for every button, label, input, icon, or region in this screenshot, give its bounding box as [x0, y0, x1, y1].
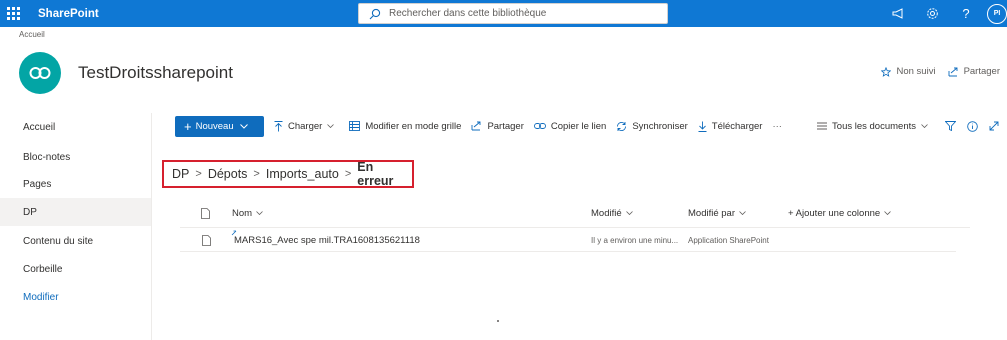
copy-link-label: Copier le lien	[550, 120, 607, 132]
add-column-button[interactable]: + Ajouter une colonne	[788, 198, 891, 228]
app-name[interactable]: SharePoint	[38, 8, 99, 20]
download-button[interactable]: Télécharger	[698, 120, 763, 132]
new-label: Nouveau	[195, 120, 234, 132]
nav-item-accueil[interactable]: Accueil	[0, 113, 151, 141]
table-row[interactable]: MARS16_Avec spe mil.TRA1608135621118 Il …	[180, 229, 956, 252]
filter-icon	[945, 121, 956, 131]
more-button[interactable]: ···	[772, 121, 782, 132]
download-label: Télécharger	[711, 120, 763, 132]
grid-edit-button[interactable]: Modifier en mode grille	[349, 121, 461, 132]
plus-icon: +	[184, 118, 192, 134]
link-icon	[29, 67, 51, 79]
grid-icon	[349, 121, 361, 131]
column-header-modified-by[interactable]: Modifié par	[688, 198, 746, 228]
nav-item-bloc-notes[interactable]: Bloc-notes	[0, 143, 151, 171]
share-button[interactable]: Partager	[471, 120, 524, 132]
upload-button[interactable]: Charger	[274, 121, 339, 132]
avatar: PI	[987, 3, 1007, 24]
chevron-down-icon	[239, 123, 248, 129]
chevron-down-icon	[327, 124, 335, 128]
chevron-down-icon	[256, 211, 263, 215]
folder-breadcrumb: DP > Dépots > Imports_auto > En erreur	[162, 160, 414, 188]
share-label: Partager	[487, 120, 524, 132]
breadcrumb-current: En erreur	[357, 160, 394, 188]
column-header-name[interactable]: Nom	[232, 198, 263, 228]
file-type-header-icon[interactable]	[201, 198, 210, 228]
link-icon	[533, 123, 546, 129]
expand-button[interactable]	[989, 121, 1004, 131]
new-item-icon	[231, 230, 237, 236]
sync-label: Synchroniser	[632, 120, 688, 132]
more-icon: ···	[772, 120, 782, 132]
column-modified-by-label: Modifié par	[688, 207, 735, 219]
command-bar: + Nouveau Charger Modifier en mode grill…	[153, 113, 1007, 139]
column-modified-label: Modifié	[591, 207, 622, 219]
chevron-down-icon	[625, 211, 633, 215]
upload-icon	[274, 120, 283, 131]
sync-button[interactable]: Synchroniser	[616, 120, 688, 132]
expand-icon	[989, 121, 999, 131]
megaphone-icon[interactable]	[881, 0, 915, 27]
star-icon	[881, 66, 892, 77]
info-button[interactable]	[967, 120, 983, 132]
suite-bar: SharePoint Rechercher dans cette bibliot…	[0, 0, 1007, 27]
decorative-dot	[497, 320, 499, 322]
nav-item-pages[interactable]: Pages	[0, 170, 151, 198]
search-icon	[369, 8, 381, 19]
view-selector[interactable]: Tous les documents	[817, 121, 933, 132]
breadcrumb-item-depots[interactable]: Dépots	[208, 167, 248, 181]
download-icon	[698, 121, 707, 132]
nav-item-contenu[interactable]: Contenu du site	[0, 227, 151, 255]
file-name-label: MARS16_Avec spe mil.TRA1608135621118	[234, 235, 420, 246]
nav-item-dp[interactable]: DP	[0, 198, 151, 226]
file-modified-by[interactable]: Application SharePoint	[688, 229, 769, 252]
breadcrumb-separator: >	[344, 168, 352, 180]
nav-item-modifier[interactable]: Modifier	[0, 283, 151, 311]
search-box[interactable]: Rechercher dans cette bibliothèque	[358, 3, 668, 24]
filter-button[interactable]	[945, 121, 961, 131]
view-label: Tous les documents	[832, 120, 916, 132]
share-icon	[948, 67, 958, 76]
file-name[interactable]: MARS16_Avec spe mil.TRA1608135621118	[231, 229, 420, 252]
gear-icon[interactable]	[915, 0, 949, 27]
site-breadcrumb[interactable]: Accueil	[19, 30, 45, 39]
left-navigation: Accueil Bloc-notes Pages DP Contenu du s…	[0, 113, 152, 340]
add-column-label: + Ajouter une colonne	[788, 207, 881, 219]
list-header: Nom Modifié Modifié par + Ajouter une co…	[180, 198, 970, 228]
follow-label: Non suivi	[896, 66, 936, 77]
info-icon	[967, 120, 978, 132]
file-icon	[202, 229, 211, 252]
chevron-down-icon	[739, 211, 746, 215]
new-button[interactable]: + Nouveau	[175, 115, 264, 137]
follow-button[interactable]: Non suivi	[881, 66, 936, 77]
breadcrumb-item-dp[interactable]: DP	[172, 167, 189, 181]
site-actions: Non suivi Partager	[869, 66, 1000, 77]
app-launcher-icon[interactable]	[0, 0, 27, 27]
search-input[interactable]: Rechercher dans cette bibliothèque	[389, 8, 546, 19]
chevron-down-icon	[921, 124, 928, 128]
nav-item-corbeille[interactable]: Corbeille	[0, 255, 151, 283]
sync-icon	[617, 121, 627, 131]
help-icon[interactable]: ?	[949, 0, 983, 27]
grid-edit-label: Modifier en mode grille	[365, 120, 462, 132]
breadcrumb-item-imports[interactable]: Imports_auto	[266, 167, 339, 181]
share-site-label: Partager	[963, 66, 1000, 77]
file-modified: Il y a environ une minu...	[591, 236, 679, 245]
copy-link-button[interactable]: Copier le lien	[533, 120, 607, 132]
list-view-icon	[817, 122, 828, 130]
breadcrumb-separator: >	[253, 168, 260, 180]
site-logo[interactable]	[19, 52, 61, 94]
share-site-button[interactable]: Partager	[948, 66, 1000, 77]
column-header-modified[interactable]: Modifié	[591, 198, 633, 228]
share-icon	[471, 121, 481, 131]
avatar-button[interactable]: PI	[983, 0, 1007, 27]
help-label: ?	[962, 6, 970, 21]
breadcrumb-separator: >	[195, 168, 202, 180]
site-title[interactable]: TestDroitssharepoint	[78, 63, 233, 83]
upload-label: Charger	[288, 120, 323, 132]
column-name-label: Nom	[232, 207, 253, 219]
chevron-down-icon	[884, 211, 891, 215]
